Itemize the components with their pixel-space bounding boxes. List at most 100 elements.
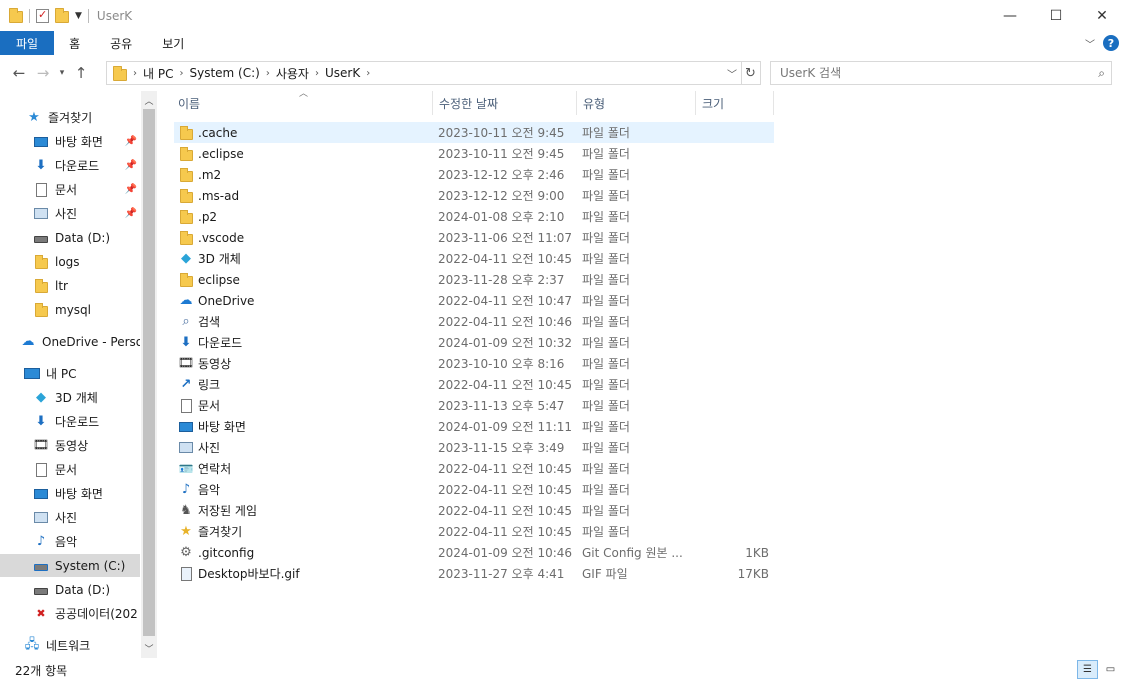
- address-dropdown-icon[interactable]: ﹀: [727, 66, 737, 81]
- nav-documents[interactable]: 문서: [0, 458, 140, 481]
- file-row[interactable]: ⬇ 다운로드 2024-01-09 오전 10:32 파일 폴더: [174, 332, 774, 353]
- nav-label: 내 PC: [46, 367, 77, 381]
- nav-3d-objects[interactable]: ◆ 3D 개체: [0, 386, 140, 409]
- help-icon[interactable]: ?: [1103, 35, 1119, 51]
- nav-data-d-quick[interactable]: Data (D:): [0, 226, 140, 249]
- column-date-modified[interactable]: 수정한 날짜: [433, 91, 577, 115]
- file-row[interactable]: .ms-ad 2023-12-12 오전 9:00 파일 폴더: [174, 185, 774, 206]
- forward-button[interactable]: →: [31, 64, 55, 82]
- file-row[interactable]: 🪪 연락처 2022-04-11 오전 10:45 파일 폴더: [174, 458, 774, 479]
- nav-downloads-pinned[interactable]: ⬇ 다운로드 📌: [0, 154, 140, 177]
- column-size[interactable]: 크기: [696, 91, 774, 115]
- breadcrumb-separator[interactable]: ›: [133, 68, 137, 79]
- nav-desktop-pinned[interactable]: 바탕 화면 📌: [0, 130, 140, 153]
- file-row[interactable]: 바탕 화면 2024-01-09 오전 11:11 파일 폴더: [174, 416, 774, 437]
- file-row[interactable]: .vscode 2023-11-06 오전 11:07 파일 폴더: [174, 227, 774, 248]
- breadcrumb-users[interactable]: 사용자: [276, 65, 309, 82]
- large-icons-view-button[interactable]: ▭: [1100, 660, 1121, 679]
- breadcrumb-userk[interactable]: UserK: [325, 66, 360, 80]
- file-row[interactable]: ⌕ 검색 2022-04-11 오전 10:46 파일 폴더: [174, 311, 774, 332]
- file-row[interactable]: ◆ 3D 개체 2022-04-11 오전 10:45 파일 폴더: [174, 248, 774, 269]
- refresh-button[interactable]: ↻: [741, 61, 761, 85]
- file-name: 사진: [198, 441, 221, 455]
- breadcrumb-separator[interactable]: ›: [315, 68, 319, 79]
- pin-icon[interactable]: 📌: [125, 160, 137, 171]
- nav-pictures[interactable]: 사진: [0, 506, 140, 529]
- nav-ltr[interactable]: ltr: [0, 274, 140, 297]
- video-icon: 🎞: [32, 438, 50, 453]
- column-name[interactable]: 이름 ︿: [172, 89, 433, 115]
- nav-favorites[interactable]: ★ 즐겨찾기: [0, 106, 140, 129]
- file-row[interactable]: ☁ OneDrive 2022-04-11 오전 10:47 파일 폴더: [174, 290, 774, 311]
- nav-system-c[interactable]: System (C:): [0, 554, 140, 577]
- nav-mysql[interactable]: mysql: [0, 298, 140, 321]
- nav-network[interactable]: 🖧 네트워크: [0, 634, 140, 657]
- back-button[interactable]: ←: [7, 64, 31, 82]
- minimize-button[interactable]: —: [987, 0, 1033, 31]
- new-folder-icon[interactable]: [55, 8, 69, 23]
- nav-data-d[interactable]: Data (D:): [0, 578, 140, 601]
- file-row[interactable]: ♞ 저장된 게임 2022-04-11 오전 10:45 파일 폴더: [174, 500, 774, 521]
- nav-pictures-pinned[interactable]: 사진 📌: [0, 202, 140, 225]
- file-row[interactable]: .cache 2023-10-11 오전 9:45 파일 폴더: [174, 122, 774, 143]
- search-icon[interactable]: ⌕: [1098, 66, 1105, 81]
- nav-desktop[interactable]: 바탕 화면: [0, 482, 140, 505]
- nav-music[interactable]: ♪ 음악: [0, 530, 140, 553]
- file-row[interactable]: 사진 2023-11-15 오후 3:49 파일 폴더: [174, 437, 774, 458]
- close-button[interactable]: ✕: [1079, 0, 1125, 31]
- recent-locations-button[interactable]: ▾: [55, 68, 69, 78]
- column-type[interactable]: 유형: [577, 91, 696, 115]
- maximize-button[interactable]: ☐: [1033, 0, 1079, 31]
- pin-icon[interactable]: 📌: [125, 208, 137, 219]
- breadcrumb-separator[interactable]: ›: [179, 68, 183, 79]
- nav-downloads[interactable]: ⬇ 다운로드: [0, 410, 140, 433]
- address-bar[interactable]: › 내 PC › System (C:) › 사용자 › UserK › ﹀: [106, 61, 742, 85]
- tab-view[interactable]: 보기: [147, 31, 199, 55]
- details-view-button[interactable]: ☰: [1077, 660, 1098, 679]
- link-icon: ↗: [180, 377, 192, 392]
- nav-scrollbar[interactable]: ︿ ﹀: [141, 91, 157, 658]
- nav-onedrive[interactable]: ☁ OneDrive - Person: [0, 330, 141, 353]
- properties-icon[interactable]: [36, 8, 49, 23]
- file-row[interactable]: ↗ 링크 2022-04-11 오전 10:45 파일 폴더: [174, 374, 774, 395]
- file-row[interactable]: 문서 2023-11-13 오후 5:47 파일 폴더: [174, 395, 774, 416]
- scrollbar-thumb[interactable]: [143, 109, 155, 636]
- breadcrumb-separator[interactable]: ›: [366, 68, 370, 79]
- breadcrumb-system-c[interactable]: System (C:): [189, 66, 259, 80]
- saved-games-icon: ♞: [180, 503, 192, 518]
- file-row[interactable]: .m2 2023-12-12 오후 2:46 파일 폴더: [174, 164, 774, 185]
- expand-ribbon-icon[interactable]: ﹀: [1085, 36, 1095, 51]
- folder-icon: [178, 167, 194, 183]
- file-row[interactable]: Desktop바보다.gif 2023-11-27 오후 4:41 GIF 파일…: [174, 563, 774, 584]
- file-row[interactable]: 🎞 동영상 2023-10-10 오후 8:16 파일 폴더: [174, 353, 774, 374]
- file-date: 2024-01-09 오전 11:11: [438, 420, 573, 434]
- onedrive-icon: ☁: [179, 293, 193, 308]
- file-name: OneDrive: [198, 293, 255, 308]
- file-row[interactable]: ⚙ .gitconfig 2024-01-09 오전 10:46 Git Conf…: [174, 542, 774, 563]
- nav-logs[interactable]: logs: [0, 250, 140, 273]
- search-box[interactable]: ⌕: [770, 61, 1112, 85]
- file-row[interactable]: .eclipse 2023-10-11 오전 9:45 파일 폴더: [174, 143, 774, 164]
- tab-file[interactable]: 파일: [0, 31, 55, 55]
- nav-network-drive[interactable]: ✖ 공공데이터(202: [0, 602, 140, 625]
- breadcrumb-separator[interactable]: ›: [266, 68, 270, 79]
- tab-share[interactable]: 공유: [95, 31, 147, 55]
- pin-icon[interactable]: 📌: [125, 184, 137, 195]
- nav-this-pc[interactable]: 내 PC: [0, 362, 140, 385]
- scroll-down-icon[interactable]: ﹀: [141, 642, 157, 655]
- breadcrumb-my-pc[interactable]: 내 PC: [143, 65, 173, 82]
- file-row[interactable]: .p2 2024-01-08 오후 2:10 파일 폴더: [174, 206, 774, 227]
- file-row[interactable]: eclipse 2023-11-28 오후 2:37 파일 폴더: [174, 269, 774, 290]
- folder-icon[interactable]: [9, 8, 23, 23]
- search-input[interactable]: [780, 66, 1080, 80]
- scroll-up-icon[interactable]: ︿: [141, 94, 157, 107]
- file-row[interactable]: ★ 즐겨찾기 2022-04-11 오전 10:45 파일 폴더: [174, 521, 774, 542]
- up-button[interactable]: ↑: [69, 64, 93, 82]
- tab-home[interactable]: 홈: [54, 31, 95, 55]
- pin-icon[interactable]: 📌: [125, 136, 137, 147]
- customize-quick-access-icon[interactable]: ▼: [75, 11, 82, 21]
- file-type: 파일 폴더: [582, 462, 630, 476]
- nav-documents-pinned[interactable]: 문서 📌: [0, 178, 140, 201]
- file-row[interactable]: ♪ 음악 2022-04-11 오전 10:45 파일 폴더: [174, 479, 774, 500]
- nav-videos[interactable]: 🎞 동영상: [0, 434, 140, 457]
